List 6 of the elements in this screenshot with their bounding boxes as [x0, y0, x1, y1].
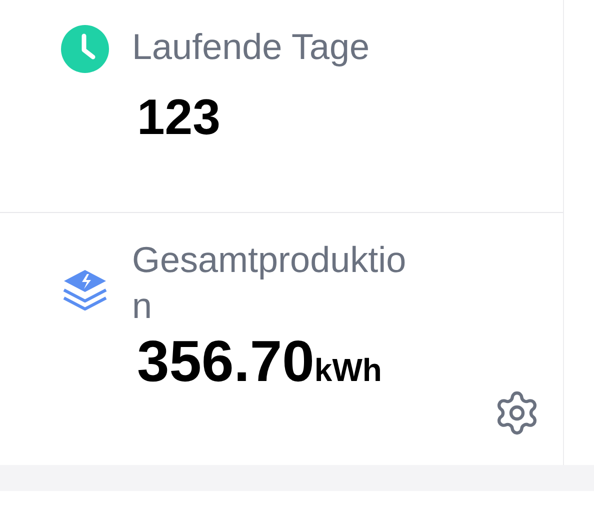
stat-value: 356.70 — [137, 333, 314, 391]
stat-label: Gesamtproduktion — [132, 238, 408, 328]
unit-label: kWh — [314, 352, 382, 389]
stat-value: 123 — [137, 92, 220, 142]
clock-icon — [60, 24, 110, 74]
stat-label: Laufende Tage — [132, 25, 371, 69]
